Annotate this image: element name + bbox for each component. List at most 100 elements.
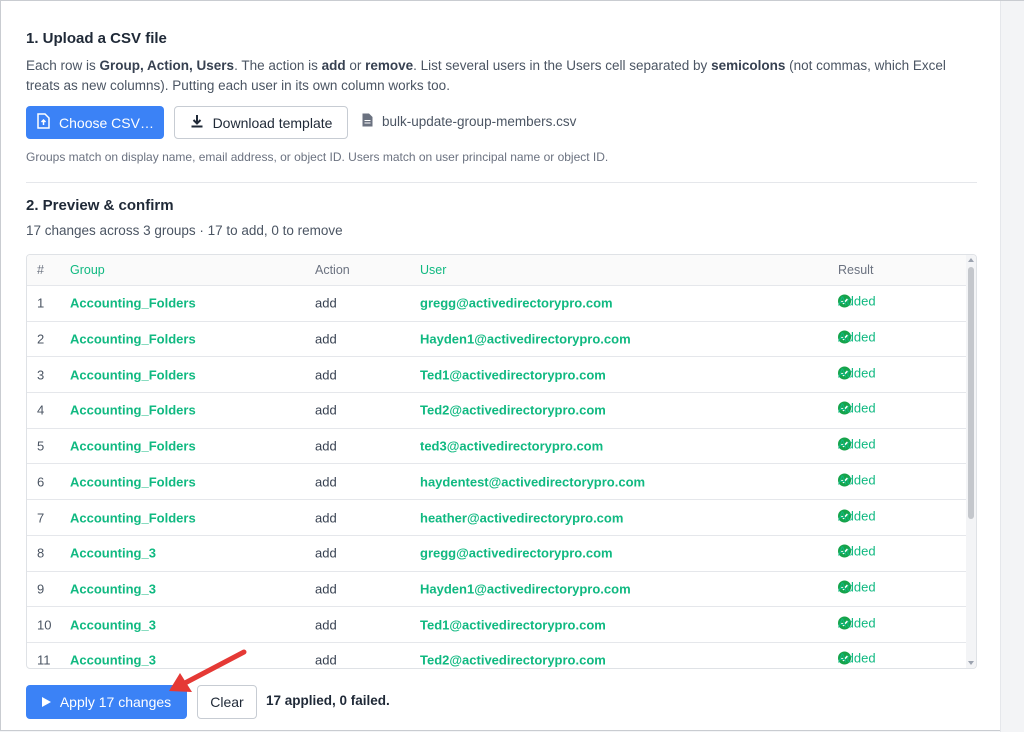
- table-row: 6 Accounting_Folders add haydentest@actived…: [27, 465, 967, 501]
- row-action: add: [315, 331, 337, 347]
- clear-button[interactable]: Clear: [197, 685, 257, 719]
- row-result-label: Added: [838, 472, 876, 488]
- row-result-label: Added: [838, 329, 876, 345]
- desc-remove: remove: [365, 58, 414, 73]
- choose-csv-label: Choose CSV…: [59, 114, 154, 131]
- desc-add: add: [321, 58, 346, 73]
- match-hint: Groups match on display name, email addr…: [26, 150, 609, 164]
- row-user-link[interactable]: Ted1@activedirectorypro.com: [420, 367, 606, 382]
- row-result-label: Added: [838, 543, 876, 559]
- table-row: 2 Accounting_Folders add Hayden1@activedire…: [27, 322, 967, 358]
- desc-text: . The action is: [234, 58, 322, 73]
- row-number: 7: [37, 510, 45, 526]
- app-window: 1. Upload a CSV file Each row is Group, …: [0, 0, 1024, 732]
- desc-text: Each row is: [26, 58, 100, 73]
- row-result-label: Added: [838, 579, 876, 595]
- row-result-label: Added: [838, 436, 876, 452]
- row-result-label: Added: [838, 293, 876, 309]
- row-user-link[interactable]: gregg@activedirectorypro.com: [420, 546, 613, 561]
- row-user-link[interactable]: Ted2@activedirectorypro.com: [420, 653, 606, 668]
- table-scrollbar[interactable]: [966, 255, 976, 668]
- row-number: 5: [37, 438, 45, 454]
- row-group-link[interactable]: Accounting_3: [70, 581, 156, 596]
- upload-description: Each row is Group, Action, Users. The ac…: [26, 56, 956, 96]
- table-row: 1 Accounting_Folders add gregg@activedirect…: [27, 286, 967, 322]
- row-number: 10: [37, 617, 52, 633]
- row-number: 6: [37, 474, 45, 490]
- row-number: 2: [37, 331, 45, 347]
- desc-columns: Group, Action, Users: [99, 58, 235, 73]
- row-group-link[interactable]: Accounting_Folders: [70, 367, 196, 382]
- row-result-label: Added: [838, 508, 876, 524]
- row-group-link[interactable]: Accounting_3: [70, 546, 156, 561]
- table-row: 5 Accounting_Folders add ted3@activedirecto…: [27, 429, 967, 465]
- scroll-down-arrow-icon[interactable]: [968, 661, 974, 665]
- row-user-link[interactable]: haydentest@activedirectorypro.com: [420, 474, 645, 489]
- row-group-link[interactable]: Accounting_3: [70, 617, 156, 632]
- column-header-user[interactable]: User: [420, 263, 446, 277]
- row-action: add: [315, 295, 337, 311]
- row-group-link[interactable]: Accounting_Folders: [70, 439, 196, 454]
- row-user-link[interactable]: Hayden1@activedirectorypro.com: [420, 581, 631, 596]
- upload-file-icon: [36, 113, 50, 132]
- column-header-group[interactable]: Group: [70, 263, 105, 277]
- download-template-button[interactable]: Download template: [174, 106, 348, 139]
- download-icon: [190, 114, 204, 131]
- preview-section-title: 2. Preview & confirm: [26, 197, 174, 214]
- play-icon: [41, 694, 51, 710]
- row-action: add: [315, 545, 337, 561]
- table-row: 4 Accounting_Folders add Ted2@activedirecto…: [27, 393, 967, 429]
- row-action: add: [315, 617, 337, 633]
- row-action: add: [315, 402, 337, 418]
- row-group-link[interactable]: Accounting_Folders: [70, 474, 196, 489]
- apply-status: 17 applied, 0 failed.: [266, 693, 390, 708]
- table-row: 10 Accounting_3 add Ted1@activedirectorypro…: [27, 607, 967, 643]
- apply-changes-button[interactable]: Apply 17 changes: [26, 685, 187, 719]
- changes-table[interactable]: # Group Action User Result 1 Accounting_F…: [26, 254, 977, 669]
- row-group-link[interactable]: Accounting_3: [70, 653, 156, 668]
- selected-file: bulk-update-group-members.csv: [362, 113, 576, 130]
- row-action: add: [315, 652, 337, 668]
- row-user-link[interactable]: ted3@activedirectorypro.com: [420, 439, 603, 454]
- row-group-link[interactable]: Accounting_Folders: [70, 296, 196, 311]
- row-number: 4: [37, 402, 45, 418]
- changes-summary: 17 changes across 3 groups · 17 to add, …: [26, 223, 343, 238]
- row-result-label: Added: [838, 400, 876, 416]
- choose-csv-button[interactable]: Choose CSV…: [26, 106, 164, 139]
- document-icon: [362, 113, 373, 130]
- scroll-thumb[interactable]: [968, 267, 974, 519]
- download-template-label: Download template: [212, 114, 333, 131]
- column-header-action: Action: [315, 263, 350, 277]
- column-header-result: Result: [838, 263, 874, 277]
- row-number: 9: [37, 581, 45, 597]
- apply-changes-label: Apply 17 changes: [59, 694, 172, 710]
- row-group-link[interactable]: Accounting_Folders: [70, 332, 196, 347]
- file-name: bulk-update-group-members.csv: [382, 114, 577, 129]
- table-row: 7 Accounting_Folders add heather@activedire…: [27, 500, 967, 536]
- section-divider: [26, 182, 977, 183]
- row-user-link[interactable]: Ted2@activedirectorypro.com: [420, 403, 606, 418]
- row-action: add: [315, 474, 337, 490]
- row-user-link[interactable]: Hayden1@activedirectorypro.com: [420, 332, 631, 347]
- row-action: add: [315, 510, 337, 526]
- desc-text: or: [345, 58, 366, 73]
- column-header-number: #: [37, 263, 44, 277]
- row-user-link[interactable]: gregg@activedirectorypro.com: [420, 296, 613, 311]
- desc-semicolons: semicolons: [711, 58, 786, 73]
- row-group-link[interactable]: Accounting_Folders: [70, 403, 196, 418]
- desc-text: . List several users in the Users cell s…: [413, 58, 712, 73]
- row-action: add: [315, 438, 337, 454]
- row-user-link[interactable]: Ted1@activedirectorypro.com: [420, 617, 606, 632]
- table-row: 9 Accounting_3 add Hayden1@activedirectoryp…: [27, 572, 967, 608]
- row-number: 1: [37, 295, 45, 311]
- table-row: 11 Accounting_3 add Ted2@activedirectorypro…: [27, 643, 967, 668]
- row-result-label: Added: [838, 615, 876, 631]
- scroll-up-arrow-icon[interactable]: [968, 258, 974, 262]
- table-row: 3 Accounting_Folders add Ted1@activedirecto…: [27, 357, 967, 394]
- row-user-link[interactable]: heather@activedirectorypro.com: [420, 510, 623, 525]
- row-result-label: Added: [838, 365, 876, 381]
- row-number: 11: [37, 652, 51, 668]
- row-number: 8: [37, 545, 45, 561]
- upload-section-title: 1. Upload a CSV file: [26, 30, 167, 47]
- row-group-link[interactable]: Accounting_Folders: [70, 510, 196, 525]
